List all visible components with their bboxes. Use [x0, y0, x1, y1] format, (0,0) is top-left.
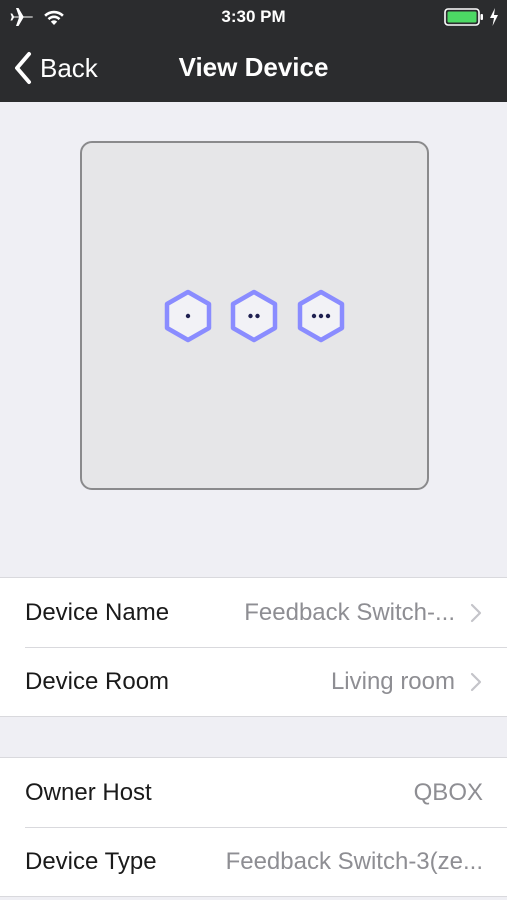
chevron-right-icon — [470, 603, 482, 622]
owner-host-value: QBOX — [413, 778, 483, 806]
indicator-dot — [318, 313, 324, 319]
charging-bolt-icon — [490, 8, 498, 26]
indicator-dot — [255, 313, 260, 319]
switch-button-3[interactable] — [296, 289, 346, 343]
indicator-dot — [325, 313, 331, 319]
status-bar: 3:30 PM — [0, 0, 507, 34]
device-room-row[interactable]: Device Room Living room — [0, 647, 507, 716]
device-type-value: Feedback Switch-3(ze... — [225, 847, 483, 875]
indicator-dot — [185, 313, 191, 319]
indicator-dot — [248, 313, 253, 319]
chevron-right-icon — [470, 672, 482, 691]
status-time: 3:30 PM — [221, 7, 286, 26]
device-type-label: Device Type — [25, 847, 157, 875]
navigation-bar: Back View Device — [0, 40, 507, 96]
device-preview — [80, 141, 429, 490]
hexagon-icon — [230, 289, 278, 343]
device-name-label: Device Name — [25, 598, 170, 626]
device-room-value: Living room — [330, 667, 455, 695]
owner-host-row: Owner Host QBOX — [0, 758, 507, 827]
device-name-value: Feedback Switch-... — [244, 598, 455, 626]
device-type-row: Device Type Feedback Switch-3(ze... — [0, 827, 507, 896]
host-info-section: Owner Host QBOX Device Type Feedback Switch… — [0, 757, 507, 897]
switch-button-group — [82, 143, 427, 488]
switch-button-2[interactable] — [229, 289, 279, 343]
device-name-row[interactable]: Device Name Feedback Switch-... — [0, 578, 507, 647]
device-room-label: Device Room — [25, 667, 170, 695]
page-title: View Device — [178, 52, 329, 82]
owner-host-label: Owner Host — [25, 778, 152, 806]
switch-button-1[interactable] — [163, 289, 213, 343]
indicator-dot — [311, 313, 317, 319]
device-info-section: Device Name Feedback Switch-... Device Roo… — [0, 577, 507, 717]
battery-icon — [444, 8, 483, 26]
top-bar: 3:30 PM Back View Device — [0, 0, 507, 102]
